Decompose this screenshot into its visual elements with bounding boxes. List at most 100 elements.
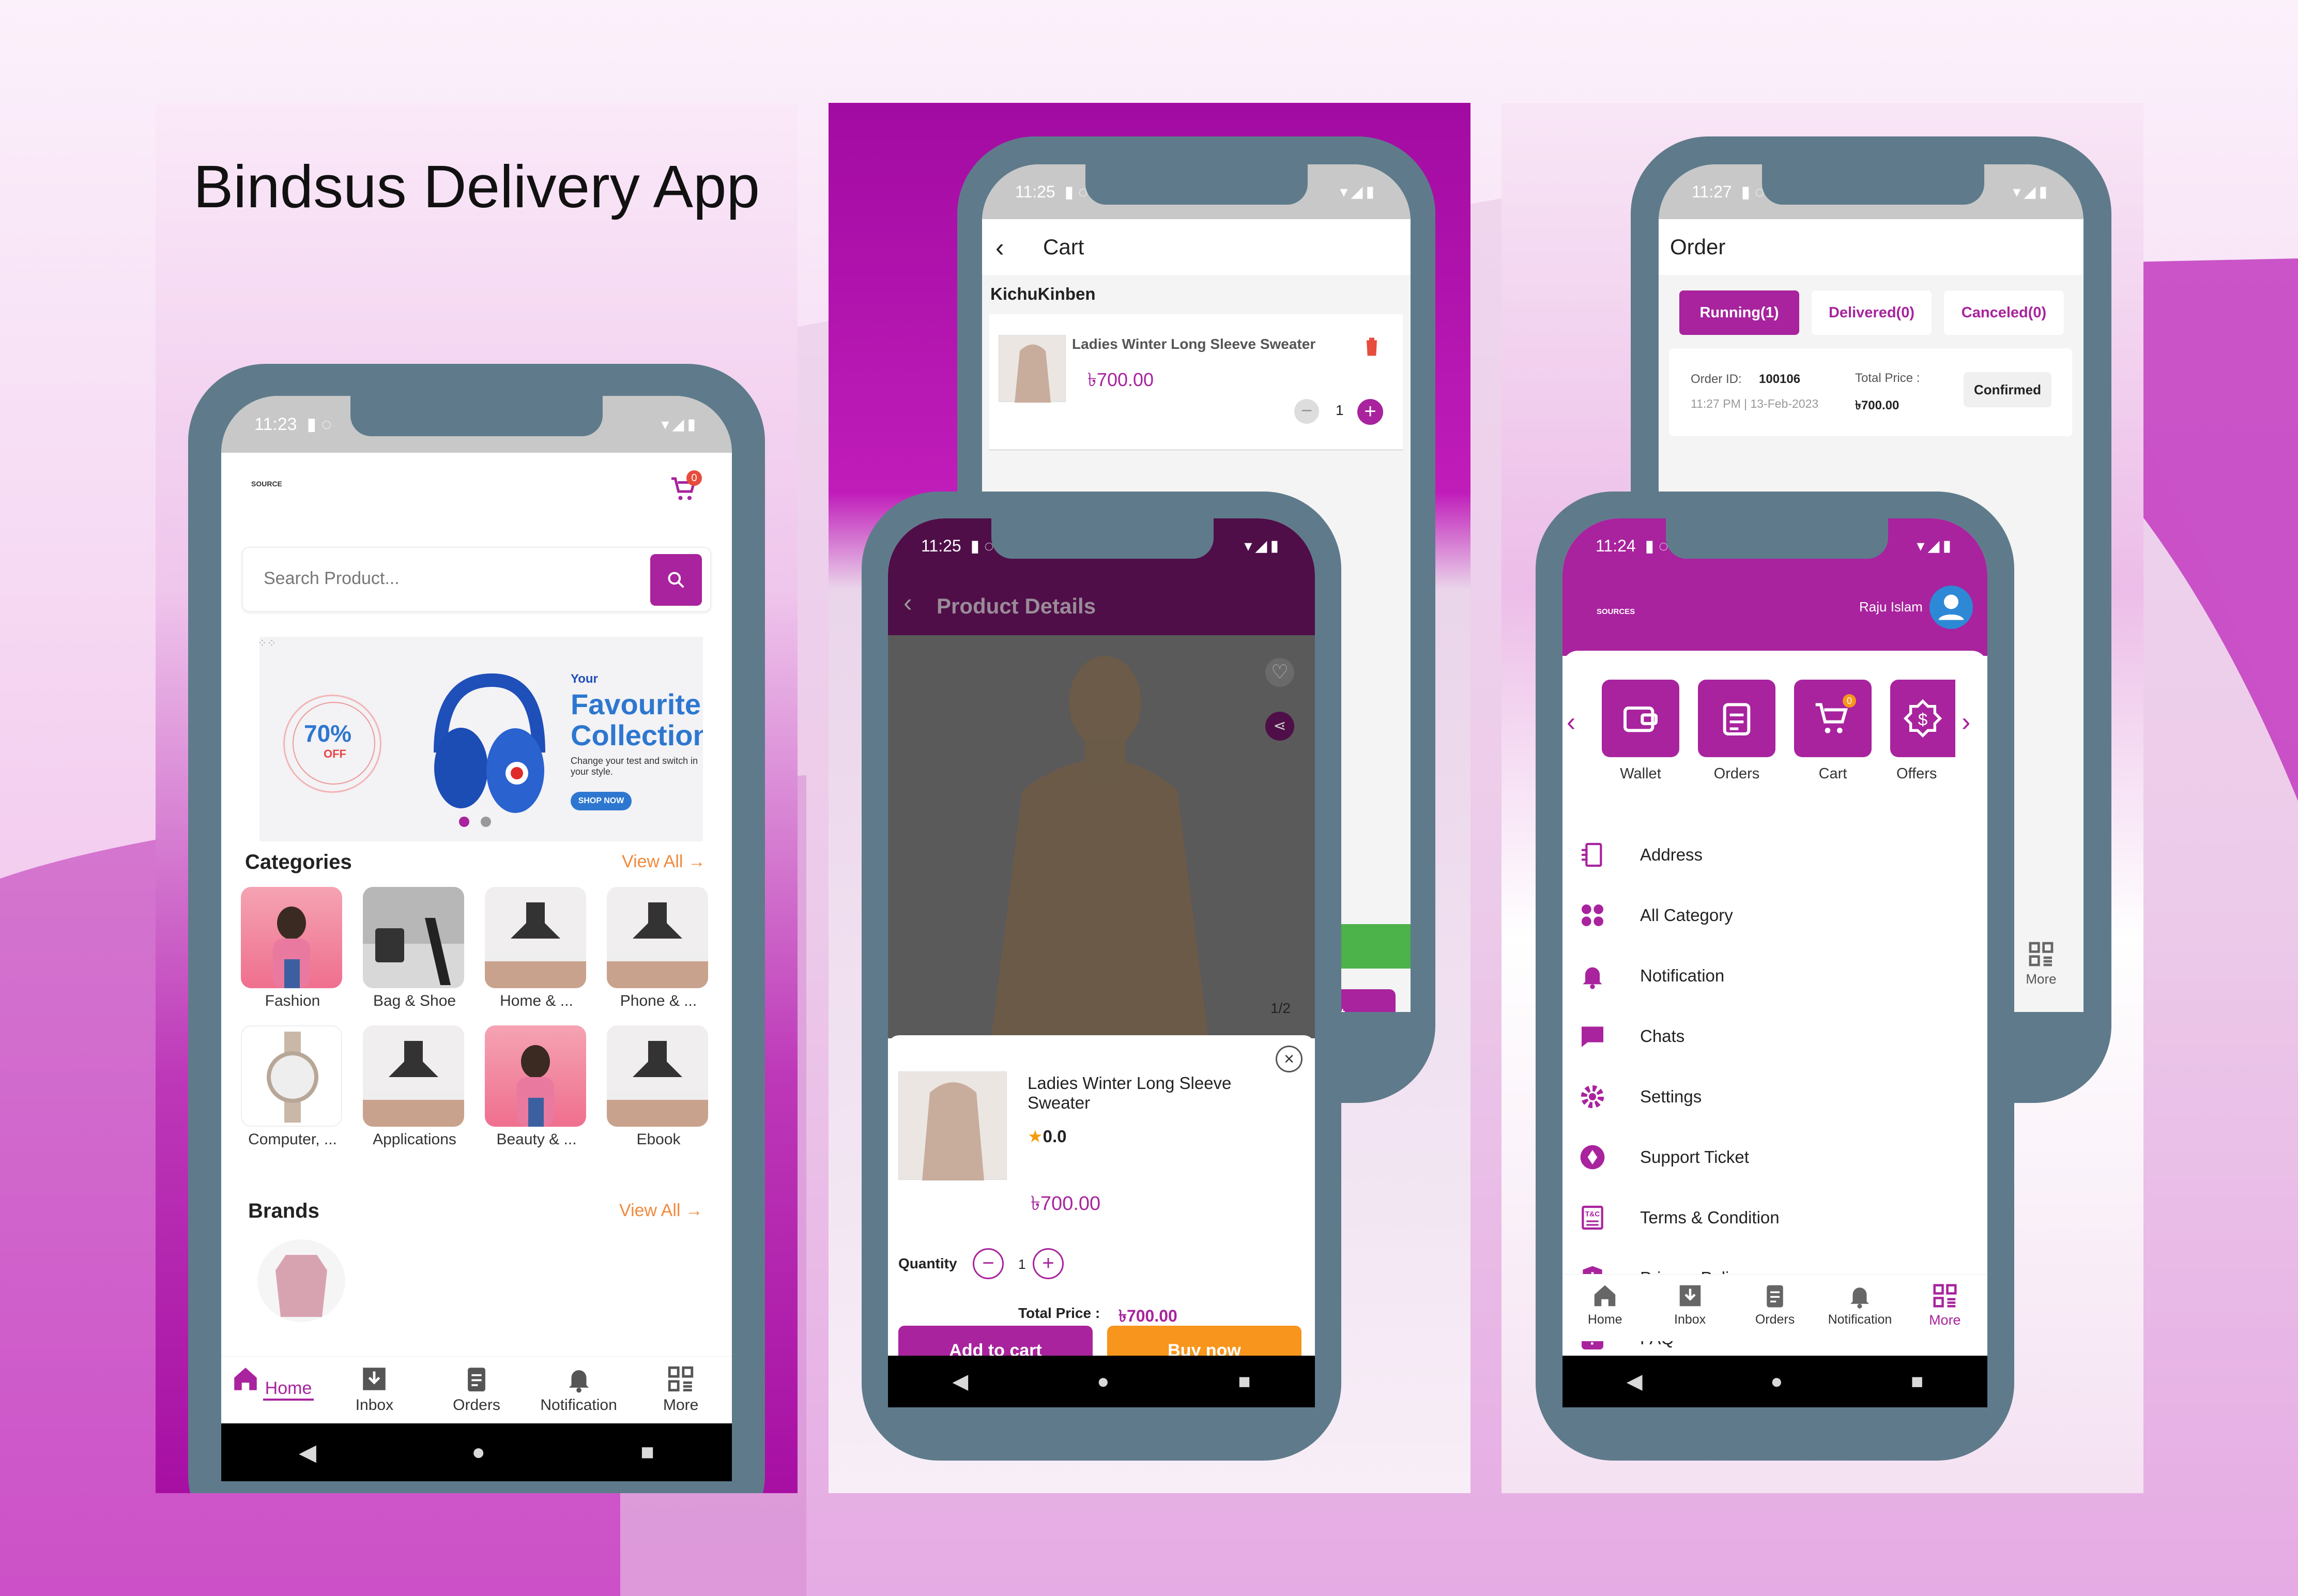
nav-notification[interactable]: Notification xyxy=(1817,1275,1902,1341)
category-item[interactable]: Fashion xyxy=(241,887,344,1010)
orders-icon xyxy=(1767,1285,1783,1308)
back-arrow-icon[interactable]: ‹ xyxy=(903,588,912,618)
category-icon xyxy=(1582,904,1603,926)
order-id-value: 100106 xyxy=(1759,372,1801,386)
order-card[interactable]: Order ID: 100106 11:27 PM | 13-Feb-2023 … xyxy=(1669,348,2072,436)
category-item[interactable]: Beauty & ... xyxy=(485,1025,588,1148)
banner-shop-button[interactable]: SHOP NOW xyxy=(571,792,632,810)
category-item[interactable]: Applications xyxy=(363,1025,466,1148)
sheet-product-name: Ladies Winter Long Sleeve Sweater xyxy=(1028,1073,1232,1112)
recents-icon[interactable]: ■ xyxy=(1911,1370,1923,1393)
brand-item[interactable] xyxy=(257,1239,345,1322)
nav-inbox[interactable]: Inbox xyxy=(1647,1275,1732,1341)
trash-icon[interactable] xyxy=(1361,335,1382,358)
banner-title-2: Collection xyxy=(571,719,703,751)
share-icon[interactable]: ⋖ xyxy=(1265,712,1294,741)
nav-inbox[interactable]: Inbox xyxy=(324,1357,426,1423)
tab-canceled[interactable]: Canceled(0) xyxy=(1944,290,2064,335)
product-header: ‹ Product Details xyxy=(888,573,1315,635)
heart-icon[interactable]: ♡ xyxy=(1265,658,1294,687)
nav-orders[interactable]: Orders xyxy=(1733,1275,1817,1341)
home-phone: 11:23 ▮ ◌ ▾◢▮ SOURCE 0 Search Product... xyxy=(188,364,765,1493)
sheet-product-thumbnail xyxy=(898,1071,1007,1180)
chevron-left-icon[interactable]: ‹ xyxy=(1567,707,1575,738)
cart-item-price: ৳700.00 xyxy=(1087,369,1154,390)
nav-more[interactable]: More xyxy=(1903,1275,1987,1341)
support-icon xyxy=(1580,1145,1605,1169)
order-date: 11:27 PM | 13-Feb-2023 xyxy=(1691,397,1819,410)
menu-item-chats[interactable]: Chats xyxy=(1578,1006,1971,1066)
home-circle-icon[interactable]: ● xyxy=(1097,1370,1109,1393)
nav-home[interactable]: Home xyxy=(1562,1275,1647,1341)
promo-banner[interactable]: ⁘⁘ 70% OFF Your Favourite Collection Cha… xyxy=(259,637,703,841)
nav-more[interactable]: More xyxy=(630,1357,732,1423)
avatar[interactable] xyxy=(1929,586,1973,629)
nav-orders[interactable]: Orders xyxy=(425,1357,528,1423)
home-circle-icon[interactable]: ● xyxy=(471,1439,485,1465)
menu-item-address[interactable]: Address xyxy=(1578,824,1971,885)
grid-icon xyxy=(668,1366,694,1392)
close-icon[interactable]: × xyxy=(1276,1046,1303,1072)
order-total-value: ৳700.00 xyxy=(1855,398,1899,412)
category-item[interactable]: Bag & Shoe xyxy=(363,887,466,1010)
quick-cart[interactable]: 0 Cart xyxy=(1794,680,1872,782)
carousel-dot[interactable] xyxy=(481,817,491,827)
svg-text:$: $ xyxy=(1918,710,1928,729)
cart-badge: 0 xyxy=(1843,694,1856,708)
gear-icon xyxy=(1581,1085,1604,1108)
banner-title-1: Favourite xyxy=(571,688,701,720)
tab-running[interactable]: Running(1) xyxy=(1679,290,1799,335)
product-image[interactable]: ♡ ⋖ 1/2 xyxy=(888,635,1315,1038)
back-icon[interactable]: ◀ xyxy=(1627,1370,1643,1393)
categories-view-all[interactable]: View All → xyxy=(622,852,706,872)
home-circle-icon[interactable]: ● xyxy=(1770,1370,1783,1393)
menu-item-all-category[interactable]: All Category xyxy=(1578,885,1971,945)
qty-value: 1 xyxy=(1336,402,1344,418)
menu-item-support-ticket[interactable]: Support Ticket xyxy=(1578,1127,1971,1187)
category-item[interactable]: Computer, ... xyxy=(241,1025,344,1148)
order-nav-more[interactable]: More xyxy=(2010,940,2072,987)
category-item[interactable]: Home & ... xyxy=(485,887,588,1010)
recents-icon[interactable]: ■ xyxy=(1238,1370,1250,1393)
bell-icon xyxy=(569,1370,589,1393)
bell-icon xyxy=(1583,967,1602,989)
quick-wallet[interactable]: Wallet xyxy=(1602,680,1679,782)
svg-text:T&C: T&C xyxy=(1585,1209,1600,1218)
qty-minus-button[interactable]: − xyxy=(973,1248,1004,1279)
qty-minus-button[interactable]: − xyxy=(1294,399,1319,424)
menu-item-settings[interactable]: Settings xyxy=(1578,1066,1971,1127)
back-icon[interactable]: ◀ xyxy=(299,1439,316,1466)
qty-plus-button[interactable]: + xyxy=(1033,1248,1064,1279)
back-icon[interactable]: ◀ xyxy=(952,1370,968,1393)
carousel-dot-active[interactable] xyxy=(459,817,469,827)
category-item[interactable]: Ebook xyxy=(607,1025,710,1148)
system-nav: ◀ ● ■ xyxy=(221,1423,732,1481)
recents-icon[interactable]: ■ xyxy=(640,1439,654,1465)
bell-icon xyxy=(1850,1287,1870,1309)
search-input[interactable]: Search Product... xyxy=(264,569,400,589)
categories-title: Categories xyxy=(245,851,352,873)
nav-notification[interactable]: Notification xyxy=(528,1357,630,1423)
orders-icon xyxy=(468,1368,485,1392)
quick-offers[interactable]: $ Offers xyxy=(1890,680,1968,782)
order-header: Order xyxy=(1659,219,2083,275)
cart-title: Cart xyxy=(1043,235,1084,259)
search-button[interactable] xyxy=(650,554,702,606)
menu-item-notification[interactable]: Notification xyxy=(1578,945,1971,1006)
qty-plus-button[interactable]: + xyxy=(1357,399,1383,425)
inbox-icon xyxy=(1679,1285,1700,1307)
nav-home[interactable]: Home xyxy=(221,1357,324,1423)
shop-name: KichuKinben xyxy=(990,284,1096,303)
cart-icon[interactable]: 0 xyxy=(669,470,702,504)
product-title: Product Details xyxy=(937,594,1096,618)
quick-orders[interactable]: Orders xyxy=(1698,680,1775,782)
back-arrow-icon[interactable]: ‹ xyxy=(995,233,1004,263)
brands-view-all[interactable]: View All → xyxy=(619,1201,703,1221)
cart-header: ‹ Cart xyxy=(982,219,1411,275)
headphones-image xyxy=(434,673,545,813)
menu-item-terms[interactable]: T&C Terms & Condition xyxy=(1578,1187,1971,1248)
tab-delivered[interactable]: Delivered(0) xyxy=(1812,290,1932,335)
category-item[interactable]: Phone & ... xyxy=(607,887,710,1010)
more-content: ‹ › Wallet Orders 0 Cart $ Offers Addres… xyxy=(1562,651,1987,1349)
wallet-icon xyxy=(1623,707,1658,732)
